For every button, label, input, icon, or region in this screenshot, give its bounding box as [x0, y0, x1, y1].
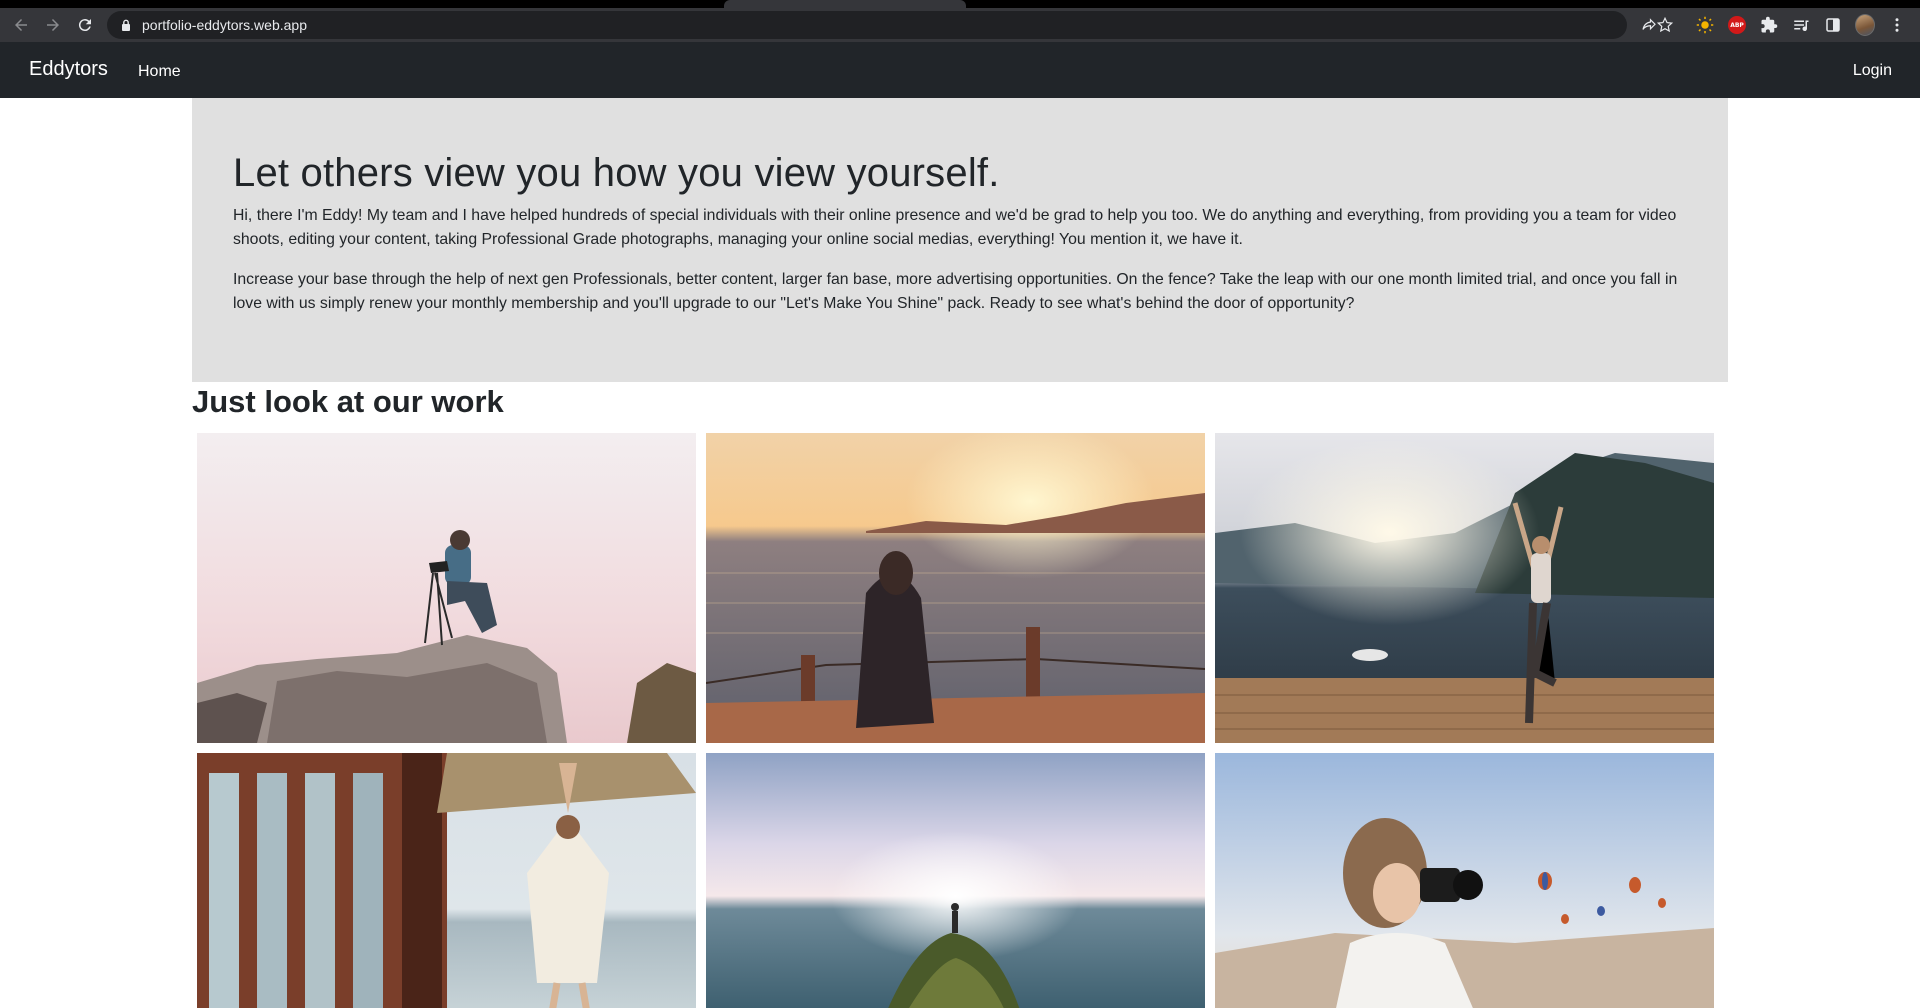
lock-icon[interactable] [121, 19, 131, 31]
profile-avatar[interactable] [1855, 14, 1875, 36]
nav-login-link[interactable]: Login [1853, 62, 1892, 80]
hero-paragraph-2: Increase your base through the help of n… [233, 271, 1678, 312]
hero-paragraph-1: Hi, there I'm Eddy! My team and I have h… [233, 207, 1677, 248]
menu-icon[interactable] [1887, 15, 1907, 35]
hero-section: Let others view you how you view yoursel… [192, 98, 1728, 382]
browser-chrome: portfolio-eddytors.web.app ABP [0, 0, 1920, 42]
back-icon[interactable] [10, 14, 32, 36]
adblock-plus-label: ABP [1728, 16, 1746, 34]
yoga-on-dock-photo [1215, 433, 1714, 743]
site-navbar: Eddytors Home Login [0, 42, 1920, 98]
photographer-on-rock-photo [197, 433, 696, 743]
address-bar[interactable]: portfolio-eddytors.web.app [107, 11, 1656, 39]
avatar-image [1855, 14, 1875, 36]
person-on-cliff-photo [706, 753, 1205, 1008]
tab-strip [0, 0, 1920, 8]
nav-home-link[interactable]: Home [138, 63, 181, 81]
woman-with-camera-photo [1215, 753, 1714, 1008]
side-panel-icon[interactable] [1823, 15, 1843, 35]
bookmark-star-icon[interactable] [1655, 15, 1675, 35]
brand-link[interactable]: Eddytors [29, 58, 108, 81]
active-tab[interactable] [724, 0, 966, 8]
forward-icon[interactable] [42, 14, 64, 36]
reload-icon[interactable] [74, 14, 96, 36]
extensions-icon[interactable] [1759, 15, 1779, 35]
browser-toolbar: portfolio-eddytors.web.app ABP [0, 8, 1920, 42]
woman-watching-sunset-photo [706, 433, 1205, 743]
hero-heading: Let others view you how you view yoursel… [233, 151, 1000, 195]
yoga-tree-pose-photo [197, 753, 696, 1008]
work-section-title: Just look at our work [192, 384, 504, 419]
dark-reader-icon[interactable] [1695, 15, 1715, 35]
reading-list-icon[interactable] [1791, 15, 1811, 35]
adblock-plus-icon[interactable]: ABP [1727, 15, 1747, 35]
url-text: portfolio-eddytors.web.app [142, 17, 307, 33]
